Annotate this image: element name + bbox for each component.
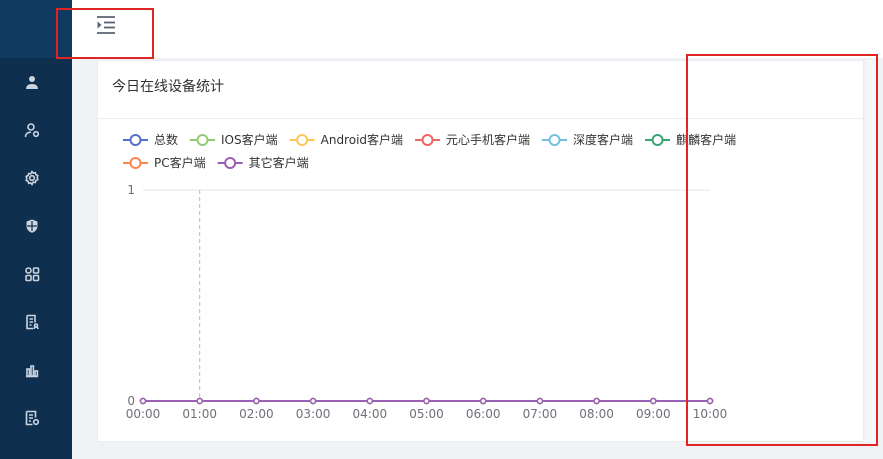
legend-swatch-marker	[421, 134, 434, 146]
x-tick-label: 08:00	[579, 407, 614, 421]
report-icon[interactable]	[20, 310, 44, 334]
annotation-box-toggle	[56, 8, 154, 59]
series-point	[536, 397, 544, 405]
legend-swatch-marker	[129, 134, 142, 146]
x-tick-label: 04:00	[353, 407, 388, 421]
user-icon[interactable]	[20, 70, 44, 94]
x-tick-label: 07:00	[523, 407, 558, 421]
series-point	[423, 397, 430, 405]
top-header	[72, 0, 883, 58]
series-point	[650, 397, 657, 405]
legend-label: PC客户端	[154, 155, 206, 170]
legend-label: 总数	[154, 132, 178, 147]
bar-chart-icon[interactable]	[20, 358, 44, 382]
legend-swatch-marker	[129, 157, 142, 169]
legend-swatch-marker	[224, 157, 237, 169]
series-point	[253, 397, 260, 405]
log-icon[interactable]	[20, 406, 44, 430]
legend-label: 深度客户端	[573, 132, 633, 147]
series-point	[139, 397, 147, 405]
series-point	[366, 397, 374, 405]
legend-label: Android客户端	[321, 132, 403, 147]
x-tick-label: 03:00	[296, 407, 331, 421]
legend-label: 元心手机客户端	[446, 132, 530, 147]
series-point	[479, 397, 487, 405]
series-point	[309, 397, 317, 405]
legend-swatch-marker	[651, 134, 664, 146]
series-point	[196, 397, 203, 405]
gear-icon[interactable]	[20, 166, 44, 190]
legend-swatch-marker	[196, 134, 209, 146]
legend-label: IOS客户端	[221, 132, 278, 147]
x-tick-label: 01:00	[182, 407, 217, 421]
apps-icon[interactable]	[20, 262, 44, 286]
y-tick-label: 1	[127, 183, 135, 197]
x-tick-label: 09:00	[636, 407, 671, 421]
x-tick-label: 00:00	[126, 407, 161, 421]
legend-label: 其它客户端	[249, 155, 309, 170]
legend-swatch-marker	[548, 134, 561, 146]
sidebar	[0, 0, 72, 459]
shield-icon[interactable]	[20, 214, 44, 238]
x-tick-label: 05:00	[409, 407, 444, 421]
user-settings-icon[interactable]	[20, 118, 44, 142]
x-tick-label: 06:00	[466, 407, 501, 421]
annotation-box-right	[686, 54, 878, 446]
y-tick-label: 0	[127, 394, 135, 408]
legend-swatch-marker	[296, 134, 309, 146]
series-point	[593, 397, 600, 405]
x-tick-label: 02:00	[239, 407, 274, 421]
